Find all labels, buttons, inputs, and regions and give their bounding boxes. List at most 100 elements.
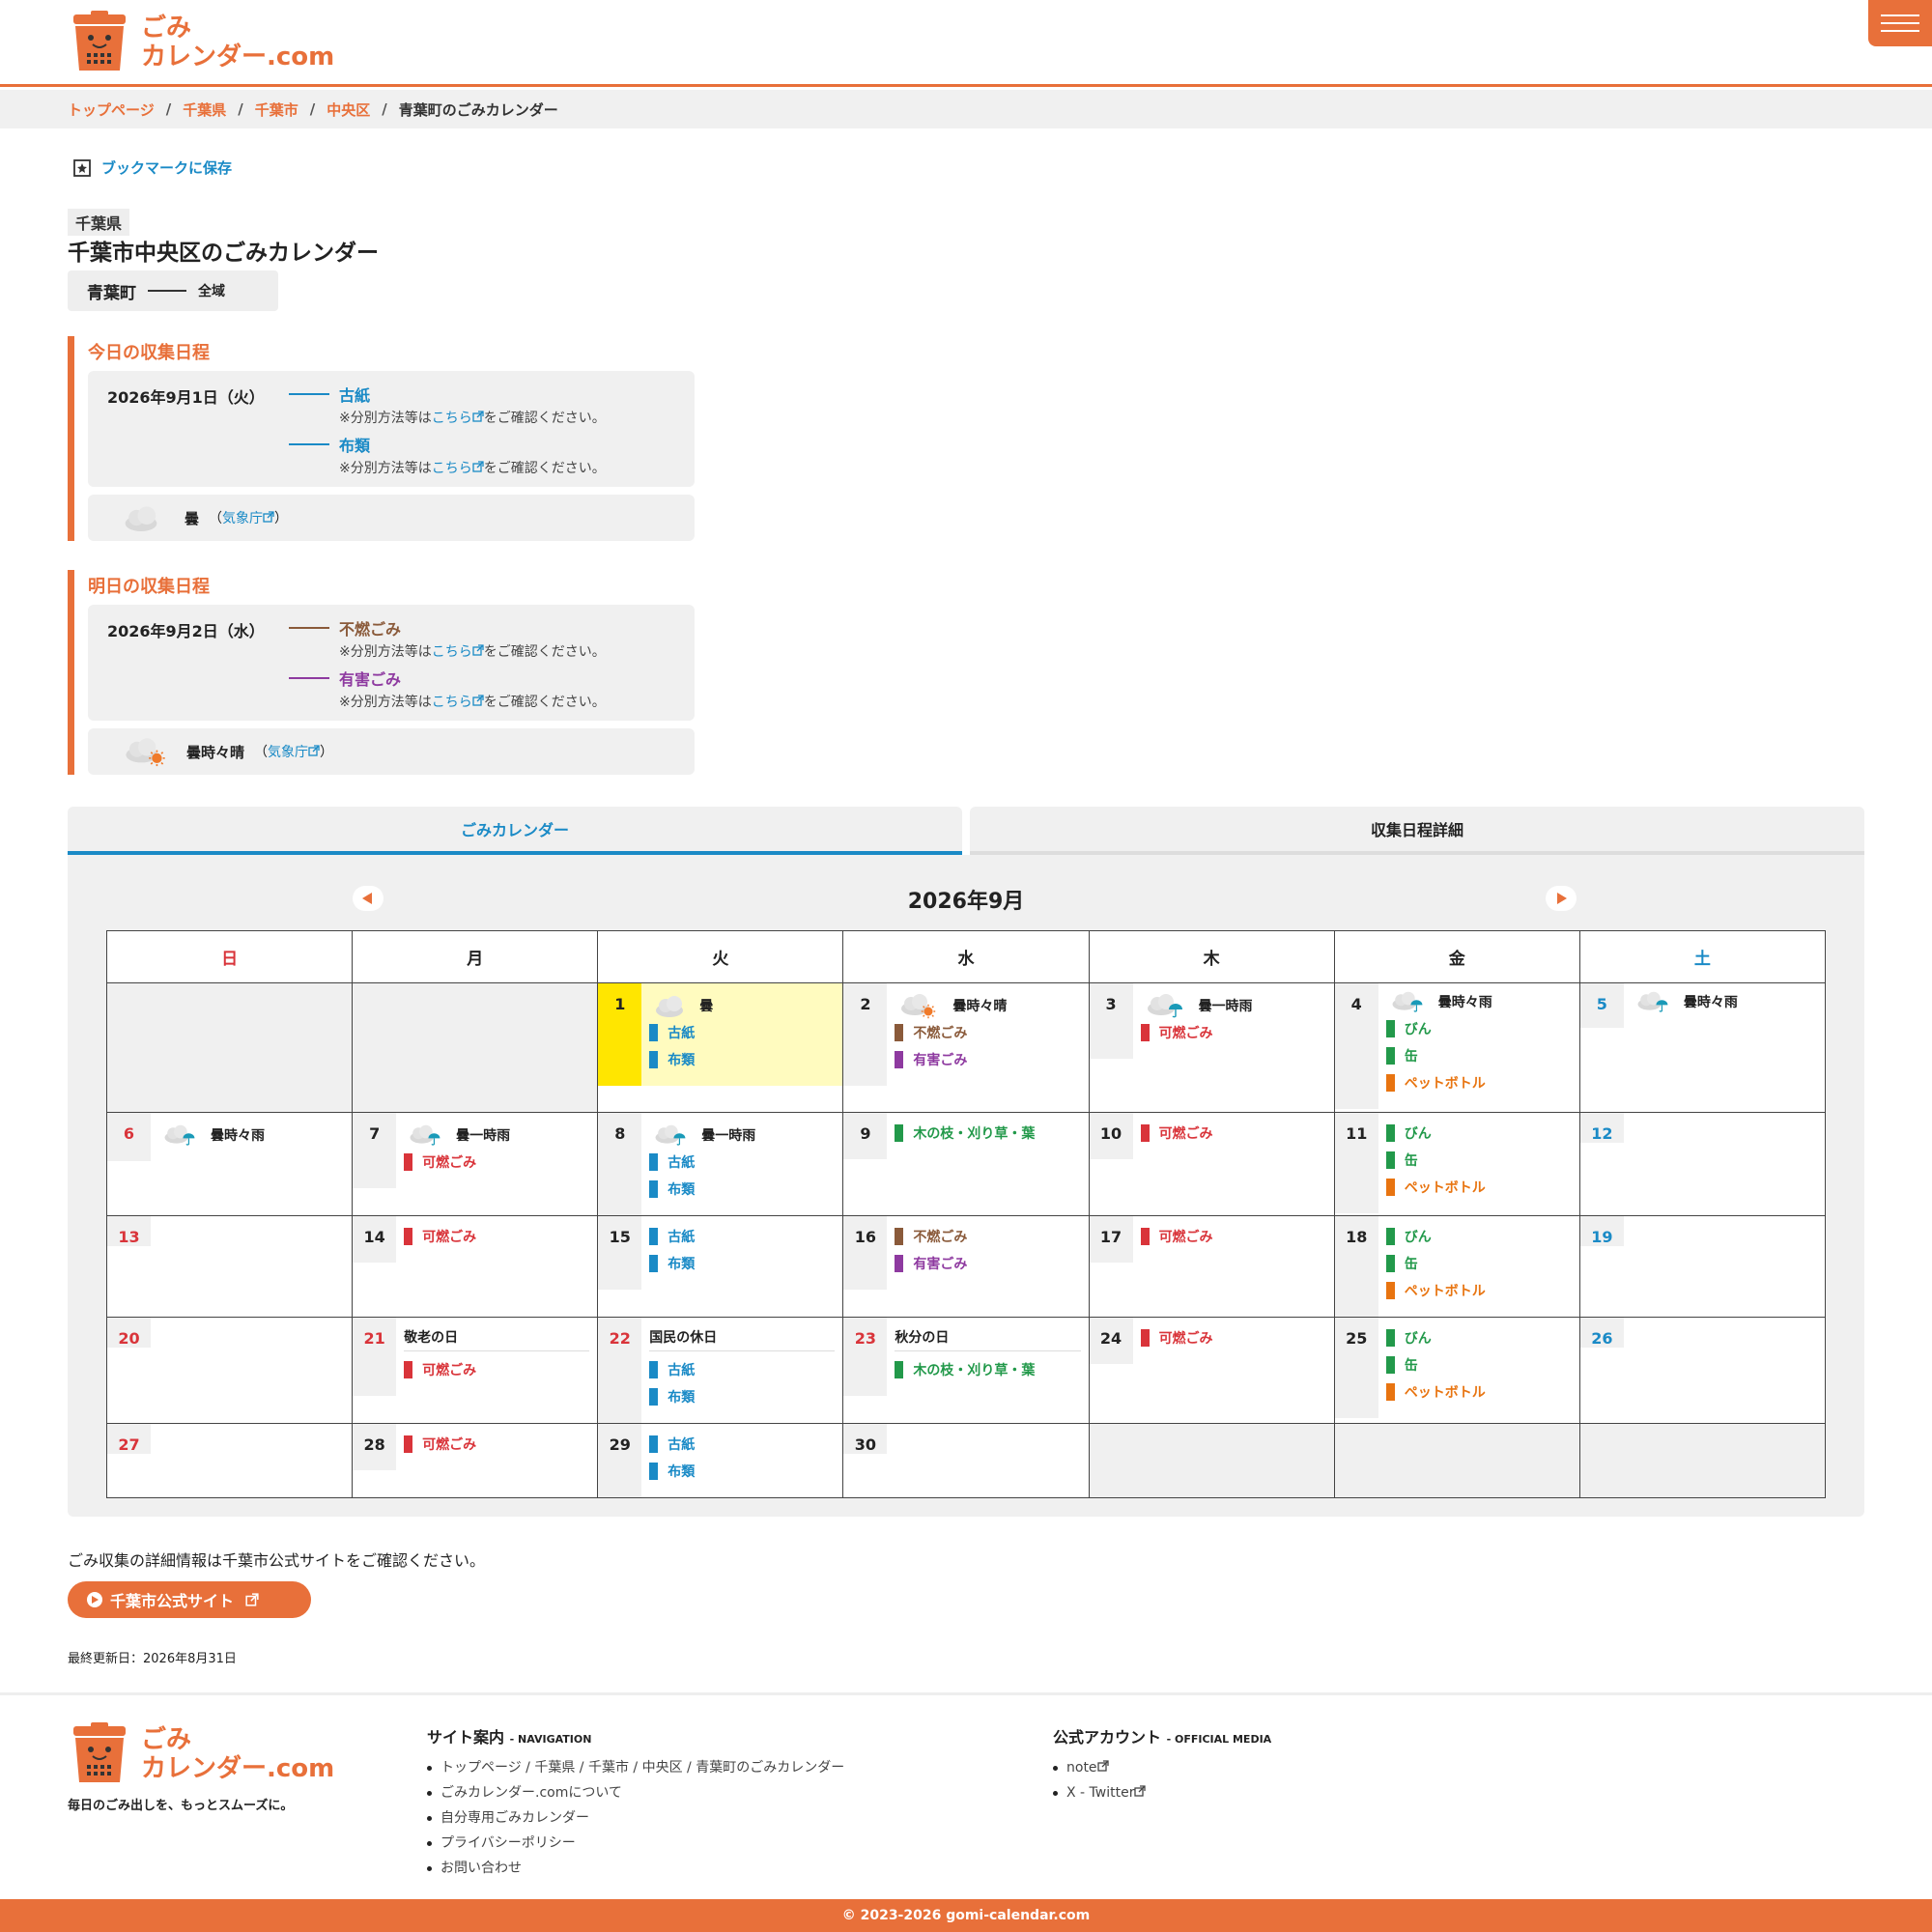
today-weather-label: 曇 xyxy=(185,509,200,527)
area-town: 青葉町 xyxy=(87,283,136,303)
footer-media-link[interactable]: note xyxy=(1053,1755,1271,1780)
calendar-day[interactable]: 22 国民の休日 古紙 布類 xyxy=(597,1317,844,1424)
calendar-day[interactable]: 14 可燃ごみ xyxy=(352,1215,599,1318)
weekday-header: 木 xyxy=(1088,930,1335,983)
calendar-empty-cell xyxy=(105,982,354,1113)
external-link-icon xyxy=(245,1593,259,1606)
menu-icon xyxy=(1881,14,1919,16)
calendar-day[interactable]: 25 びん 缶 ペットボトル xyxy=(1333,1317,1580,1424)
hamburger-menu-button[interactable] xyxy=(1868,0,1932,46)
calendar-day[interactable]: 28 可燃ごみ xyxy=(352,1423,599,1498)
footer-nav-link[interactable]: プライバシーポリシー xyxy=(427,1831,844,1856)
calendar-day[interactable]: 2 曇時々晴 不燃ごみ 有害ごみ xyxy=(842,982,1090,1113)
external-link-icon xyxy=(1096,1760,1109,1772)
calendar-day[interactable]: 8 曇一時雨 古紙 布類 xyxy=(597,1112,844,1216)
calendar-day[interactable]: 30 xyxy=(842,1423,1090,1498)
footer-nav-link[interactable]: 自分専用ごみカレンダー xyxy=(427,1805,844,1831)
cloud-sun-icon xyxy=(901,994,937,1019)
cloud-rain-icon xyxy=(410,1124,441,1146)
sorting-note: ※分別方法等はこちら をご確認ください。 xyxy=(339,644,606,660)
calendar-day[interactable]: 29 古紙 布類 xyxy=(597,1423,844,1498)
breadcrumb: トップページ / 千葉県 / 千葉市 / 中央区 / 青葉町のごみカレンダー xyxy=(0,90,1932,128)
tomorrow-item-name: 不燃ごみ xyxy=(339,620,402,639)
basket-logo-icon xyxy=(72,11,127,71)
weekday-header: 日 xyxy=(105,930,354,983)
calendar-empty-cell xyxy=(1088,1423,1335,1498)
calendar-day[interactable]: 13 xyxy=(105,1215,354,1318)
sorting-link[interactable]: こちら xyxy=(432,695,472,710)
sorting-note: ※分別方法等はこちら をご確認ください。 xyxy=(339,461,606,476)
calendar-day[interactable]: 21 敬老の日 可燃ごみ xyxy=(352,1317,599,1424)
tomorrow-weather: 曇時々晴 （気象庁） xyxy=(88,728,695,775)
site-footer: ごみ カレンダー.com 毎日のごみ出しを、もっとスムーズに。 サイト案内 - … xyxy=(0,1692,1932,1899)
tab-calendar[interactable]: ごみカレンダー xyxy=(68,807,962,855)
footer-logo[interactable]: ごみ カレンダー.com xyxy=(68,1722,334,1786)
logo-text: ごみ カレンダー.com xyxy=(141,14,334,71)
cloud-sun-icon xyxy=(126,738,166,767)
tomorrow-box: 2026年9月2日（水） 不燃ごみ ※分別方法等はこちら をご確認ください。 有害… xyxy=(88,605,695,721)
sorting-note: ※分別方法等はこちら をご確認ください。 xyxy=(339,411,606,426)
calendar-day[interactable]: 10 可燃ごみ xyxy=(1088,1112,1335,1216)
calendar-day[interactable]: 17 可燃ごみ xyxy=(1088,1215,1335,1318)
calendar-day[interactable]: 15 古紙 布類 xyxy=(597,1215,844,1318)
tomorrow-date: 2026年9月2日（水） xyxy=(107,622,265,640)
breadcrumb-link[interactable]: トップページ xyxy=(68,99,155,120)
weather-source-link[interactable]: 気象庁 xyxy=(222,511,263,526)
cloud-rain-icon xyxy=(164,1124,196,1146)
calendar-month-label: 2026年9月 xyxy=(907,890,1025,914)
calendar-day[interactable]: 23 秋分の日 木の枝・刈り草・葉 xyxy=(842,1317,1090,1424)
calendar-day[interactable]: 26 xyxy=(1578,1317,1827,1424)
footer-media-link[interactable]: X - Twitter xyxy=(1053,1780,1271,1805)
site-logo[interactable]: ごみ カレンダー.com xyxy=(68,10,338,75)
calendar-day[interactable]: 12 xyxy=(1578,1112,1827,1216)
today-title: 今日の収集日程 xyxy=(88,343,210,363)
calendar-day[interactable]: 4 曇時々雨 びん 缶 ペットボトル xyxy=(1333,982,1580,1113)
calendar-day[interactable]: 19 xyxy=(1578,1215,1827,1318)
calendar-day[interactable]: 27 xyxy=(105,1423,354,1498)
external-link-icon xyxy=(472,411,484,422)
sorting-link[interactable]: こちら xyxy=(432,644,472,660)
calendar-day[interactable]: 5 曇時々雨 xyxy=(1578,982,1827,1113)
sorting-link[interactable]: こちら xyxy=(432,411,472,426)
official-site-button[interactable]: 千葉市公式サイト xyxy=(68,1581,311,1618)
weekday-header: 水 xyxy=(842,930,1090,983)
tomorrow-weather-label: 曇時々晴 xyxy=(186,743,245,761)
calendar-day[interactable]: 16 不燃ごみ 有害ごみ xyxy=(842,1215,1090,1318)
next-month-button[interactable] xyxy=(1546,886,1577,911)
weather-source-link[interactable]: 気象庁 xyxy=(268,745,308,760)
weekday-header: 火 xyxy=(597,930,844,983)
footer-official-media: 公式アカウント - OFFICIAL MEDIA note X - Twitte… xyxy=(1053,1724,1271,1805)
footer-breadcrumb: トップページ / 千葉県 / 千葉市 / 中央区 / 青葉町のごみカレンダー xyxy=(427,1755,844,1780)
external-link-icon xyxy=(263,511,274,523)
official-info-text: ごみ収集の詳細情報は千葉市公式サイトをご確認ください。 xyxy=(68,1551,486,1570)
calendar-day[interactable]: 6 曇時々雨 xyxy=(105,1112,354,1216)
calendar-day[interactable]: 20 xyxy=(105,1317,354,1424)
bookmark-link[interactable]: ブックマークに保存 xyxy=(72,157,232,178)
last-updated: 最終更新日：2026年8月31日 xyxy=(68,1652,237,1666)
holiday-label: 敬老の日 xyxy=(404,1327,590,1351)
basket-logo-icon xyxy=(72,1722,127,1783)
calendar-day[interactable]: 1 曇 古紙 布類 xyxy=(597,982,844,1113)
breadcrumb-link[interactable]: 千葉県 xyxy=(183,99,226,120)
breadcrumb-link[interactable]: 千葉市 xyxy=(255,99,298,120)
footer-nav-link[interactable]: お問い合わせ xyxy=(427,1856,844,1881)
calendar-day[interactable]: 7 曇一時雨 可燃ごみ xyxy=(352,1112,599,1216)
sorting-link[interactable]: こちら xyxy=(432,461,472,476)
calendar-day[interactable]: 24 可燃ごみ xyxy=(1088,1317,1335,1424)
external-link-icon xyxy=(308,745,320,756)
calendar-day[interactable]: 11 びん 缶 ペットボトル xyxy=(1333,1112,1580,1216)
calendar-day[interactable]: 18 びん 缶 ペットボトル xyxy=(1333,1215,1580,1318)
footer-navigation: サイト案内 - NAVIGATION トップページ / 千葉県 / 千葉市 / … xyxy=(427,1724,844,1881)
calendar-day[interactable]: 9 木の枝・刈り草・葉 xyxy=(842,1112,1090,1216)
calendar-day[interactable]: 3 曇一時雨 可燃ごみ xyxy=(1088,982,1335,1113)
tab-schedule-detail[interactable]: 収集日程詳細 xyxy=(970,807,1864,855)
area-scope: 全域 xyxy=(198,284,225,299)
breadcrumb-link[interactable]: 中央区 xyxy=(327,99,370,120)
site-header: ごみ カレンダー.com xyxy=(0,0,1932,87)
footer-nav-link[interactable]: ごみカレンダー.comについて xyxy=(427,1780,844,1805)
holiday-label: 国民の休日 xyxy=(649,1327,836,1351)
cloud-rain-icon xyxy=(655,1124,687,1146)
external-link-icon xyxy=(472,695,484,706)
holiday-label: 秋分の日 xyxy=(895,1327,1081,1351)
cloud-rain-icon xyxy=(1637,991,1668,1012)
